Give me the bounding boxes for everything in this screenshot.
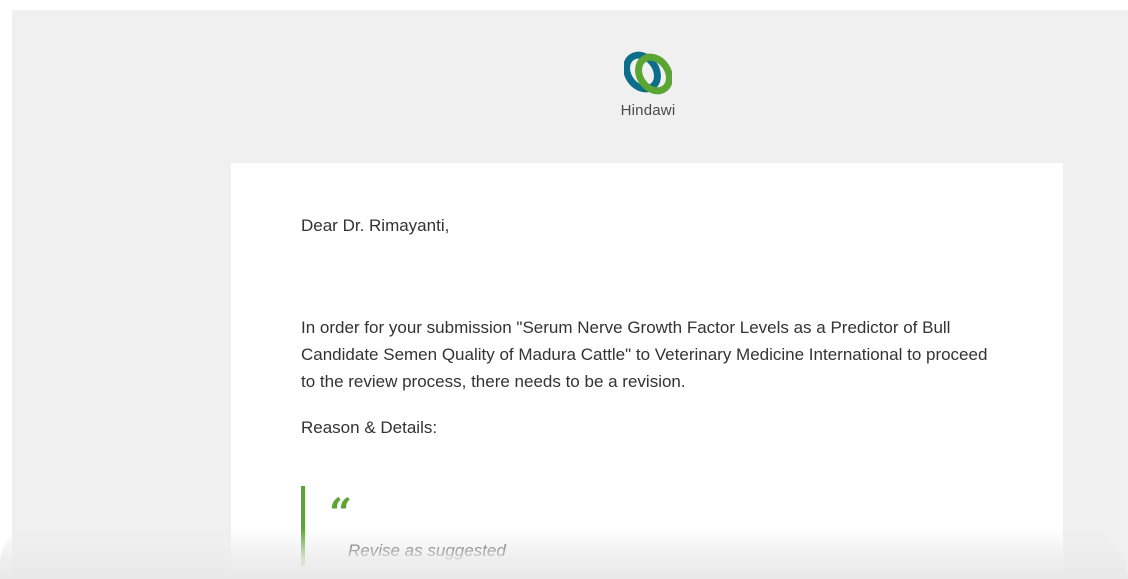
hindawi-logo-icon <box>624 51 672 95</box>
email-body: In order for your submission "Serum Nerv… <box>301 318 988 391</box>
hindawi-logo[interactable]: Hindawi <box>606 48 690 128</box>
reason-label: Reason & Details: <box>301 418 438 437</box>
quote-text: Revise as suggested <box>348 541 506 560</box>
reason-quote: “ Revise as suggested <box>301 486 991 566</box>
logo-text: Hindawi <box>620 102 676 119</box>
quote-mark-icon: “ <box>329 490 353 537</box>
email-greeting: Dear Dr. Rimayanti, <box>301 216 450 235</box>
email-card: Dear Dr. Rimayanti, In order for your su… <box>231 163 1063 579</box>
